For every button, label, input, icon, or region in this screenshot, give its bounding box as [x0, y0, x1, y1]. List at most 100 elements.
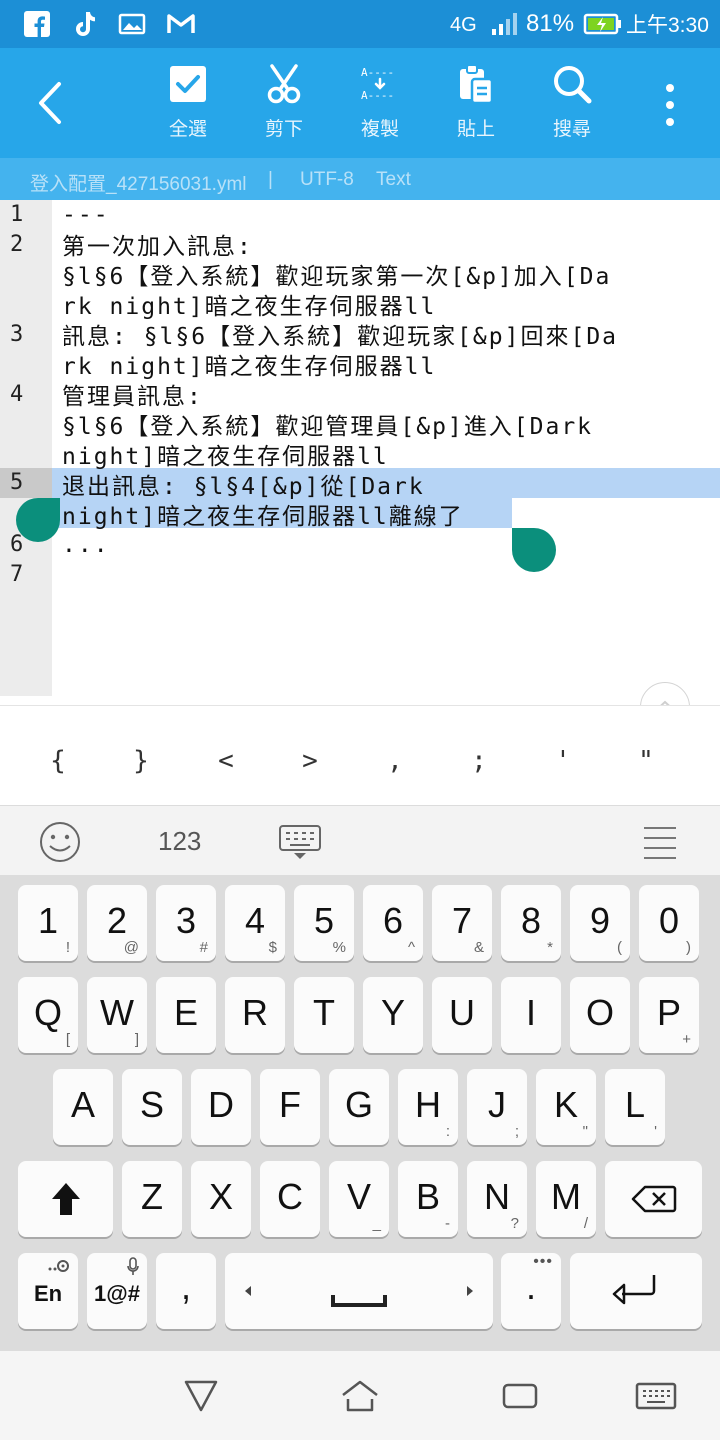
nav-back-button[interactable]	[173, 1371, 229, 1421]
key-6[interactable]: 6 ^	[363, 885, 423, 961]
key-s[interactable]: S	[122, 1069, 182, 1145]
line-number: 3	[10, 322, 24, 347]
key-h[interactable]: H:	[398, 1069, 458, 1145]
spacebar-icon	[245, 1286, 473, 1307]
code-line: night]暗之夜生存伺服器ll離線了	[62, 504, 464, 530]
backspace-key[interactable]	[605, 1161, 702, 1237]
current-line-gutter	[0, 468, 52, 498]
key-7[interactable]: 7 &	[432, 885, 492, 961]
key-o[interactable]: O	[570, 977, 630, 1053]
key-x[interactable]: X	[191, 1161, 251, 1237]
symbol-key[interactable]: ,	[375, 746, 415, 776]
key-q[interactable]: Q[	[18, 977, 78, 1053]
search-icon	[550, 62, 594, 106]
symbol-key[interactable]: {	[38, 746, 78, 776]
enter-key[interactable]	[570, 1253, 702, 1329]
line-number: 2	[10, 232, 24, 257]
symbol-key[interactable]: >	[290, 746, 330, 776]
key-g[interactable]: G	[329, 1069, 389, 1145]
symbol-key[interactable]: }	[121, 746, 161, 776]
numbers-toggle[interactable]: 123	[158, 826, 201, 857]
key-e[interactable]: E	[156, 977, 216, 1053]
line-number: 1	[10, 202, 24, 227]
tiktok-icon	[70, 8, 100, 40]
key-3[interactable]: 3 #	[156, 885, 216, 961]
key-b[interactable]: B-	[398, 1161, 458, 1237]
symbol-key[interactable]: "	[626, 746, 666, 776]
svg-text:A----: A----	[361, 89, 394, 102]
key-4[interactable]: 4 $	[225, 885, 285, 961]
key-p[interactable]: P +	[639, 977, 699, 1053]
menu-lines-icon[interactable]	[640, 824, 680, 860]
key-y[interactable]: Y	[363, 977, 423, 1053]
battery-charging-icon	[582, 8, 624, 40]
file-mode[interactable]: Text	[376, 169, 411, 191]
key-k[interactable]: K "	[536, 1069, 596, 1145]
copy-button[interactable]: A---- A---- 複製	[335, 62, 425, 148]
language-key[interactable]: En	[18, 1253, 78, 1329]
code-line: 管理員訊息:	[62, 384, 203, 410]
period-key[interactable]: ••• .	[501, 1253, 561, 1329]
key-9[interactable]: 9(	[570, 885, 630, 961]
symbol-key[interactable]: ;	[459, 746, 499, 776]
comma-key[interactable]: ,	[156, 1253, 216, 1329]
key-c[interactable]: C	[260, 1161, 320, 1237]
code-line: §l§6【登入系統】歡迎玩家第一次[&p]加入[Da	[62, 264, 612, 290]
code-line: night]暗之夜生存伺服器ll	[62, 444, 389, 470]
nav-recents-button[interactable]	[492, 1371, 548, 1421]
key-u[interactable]: U	[432, 977, 492, 1053]
key-l[interactable]: L '	[605, 1069, 665, 1145]
search-button[interactable]: 搜尋	[527, 62, 617, 148]
selection-end-handle[interactable]	[512, 528, 556, 572]
clock: 上午3:30	[626, 14, 709, 37]
key-8[interactable]: 8 *	[501, 885, 561, 961]
line-number: 5	[10, 470, 24, 495]
key-0[interactable]: 0)	[639, 885, 699, 961]
key-a[interactable]: A	[53, 1069, 113, 1145]
select-all-icon	[166, 62, 210, 106]
copy-icon: A---- A----	[358, 62, 402, 106]
key-r[interactable]: R	[225, 977, 285, 1053]
keyboard: 1! 2 @ 3 # 4 $ 5% 6 ^ 7 & 8 * 9( 0) Q[ W] E R …	[0, 875, 720, 1351]
line-number: 4	[10, 382, 24, 407]
key-w[interactable]: W]	[87, 977, 147, 1053]
paste-label: 貼上	[456, 118, 495, 140]
navigation-bar	[0, 1351, 720, 1440]
key-m[interactable]: M /	[536, 1161, 596, 1237]
selection-start-handle[interactable]	[16, 498, 60, 542]
nav-home-button[interactable]	[332, 1371, 388, 1421]
code-line: rk night]暗之夜生存伺服器ll	[62, 294, 437, 320]
text-editor[interactable]: 1 2 3 4 5 6 7 --- 第一次加入訊息: §l§6【登入系統】歡迎玩…	[0, 200, 720, 696]
nav-keyboard-button[interactable]	[628, 1371, 684, 1421]
code-line: §l§6【登入系統】歡迎管理員[&p]進入[Dark	[62, 414, 594, 440]
key-z[interactable]: Z	[122, 1161, 182, 1237]
status-bar: 4G 81% 上午3:30	[0, 0, 720, 48]
key-t[interactable]: T	[294, 977, 354, 1053]
back-button[interactable]	[18, 66, 82, 140]
key-i[interactable]: I	[501, 977, 561, 1053]
symbol-key[interactable]: '	[543, 746, 583, 776]
key-d[interactable]: D	[191, 1069, 251, 1145]
key-j[interactable]: J;	[467, 1069, 527, 1145]
key-1[interactable]: 1!	[18, 885, 78, 961]
key-2[interactable]: 2 @	[87, 885, 147, 961]
symbol-key[interactable]: <	[206, 746, 246, 776]
paste-button[interactable]: 貼上	[431, 62, 521, 148]
shift-key[interactable]	[18, 1161, 113, 1237]
key-n[interactable]: N?	[467, 1161, 527, 1237]
enter-icon	[612, 1275, 656, 1305]
code-line: 退出訊息: §l§4[&p]從[Dark	[62, 474, 425, 500]
select-all-button[interactable]: 全選	[143, 62, 233, 148]
symbols-key[interactable]: 1@#	[87, 1253, 147, 1329]
battery-percent: 81%	[526, 10, 575, 37]
more-options-button[interactable]	[648, 70, 692, 140]
key-f[interactable]: F	[260, 1069, 320, 1145]
cut-button[interactable]: 剪下	[239, 62, 329, 148]
key-5[interactable]: 5%	[294, 885, 354, 961]
emoji-icon[interactable]	[38, 820, 82, 864]
key-v[interactable]: V _	[329, 1161, 389, 1237]
cut-label: 剪下	[264, 118, 303, 140]
file-encoding[interactable]: UTF-8	[300, 169, 354, 191]
spacebar[interactable]	[225, 1253, 493, 1329]
keyboard-hide-icon[interactable]	[278, 822, 322, 862]
